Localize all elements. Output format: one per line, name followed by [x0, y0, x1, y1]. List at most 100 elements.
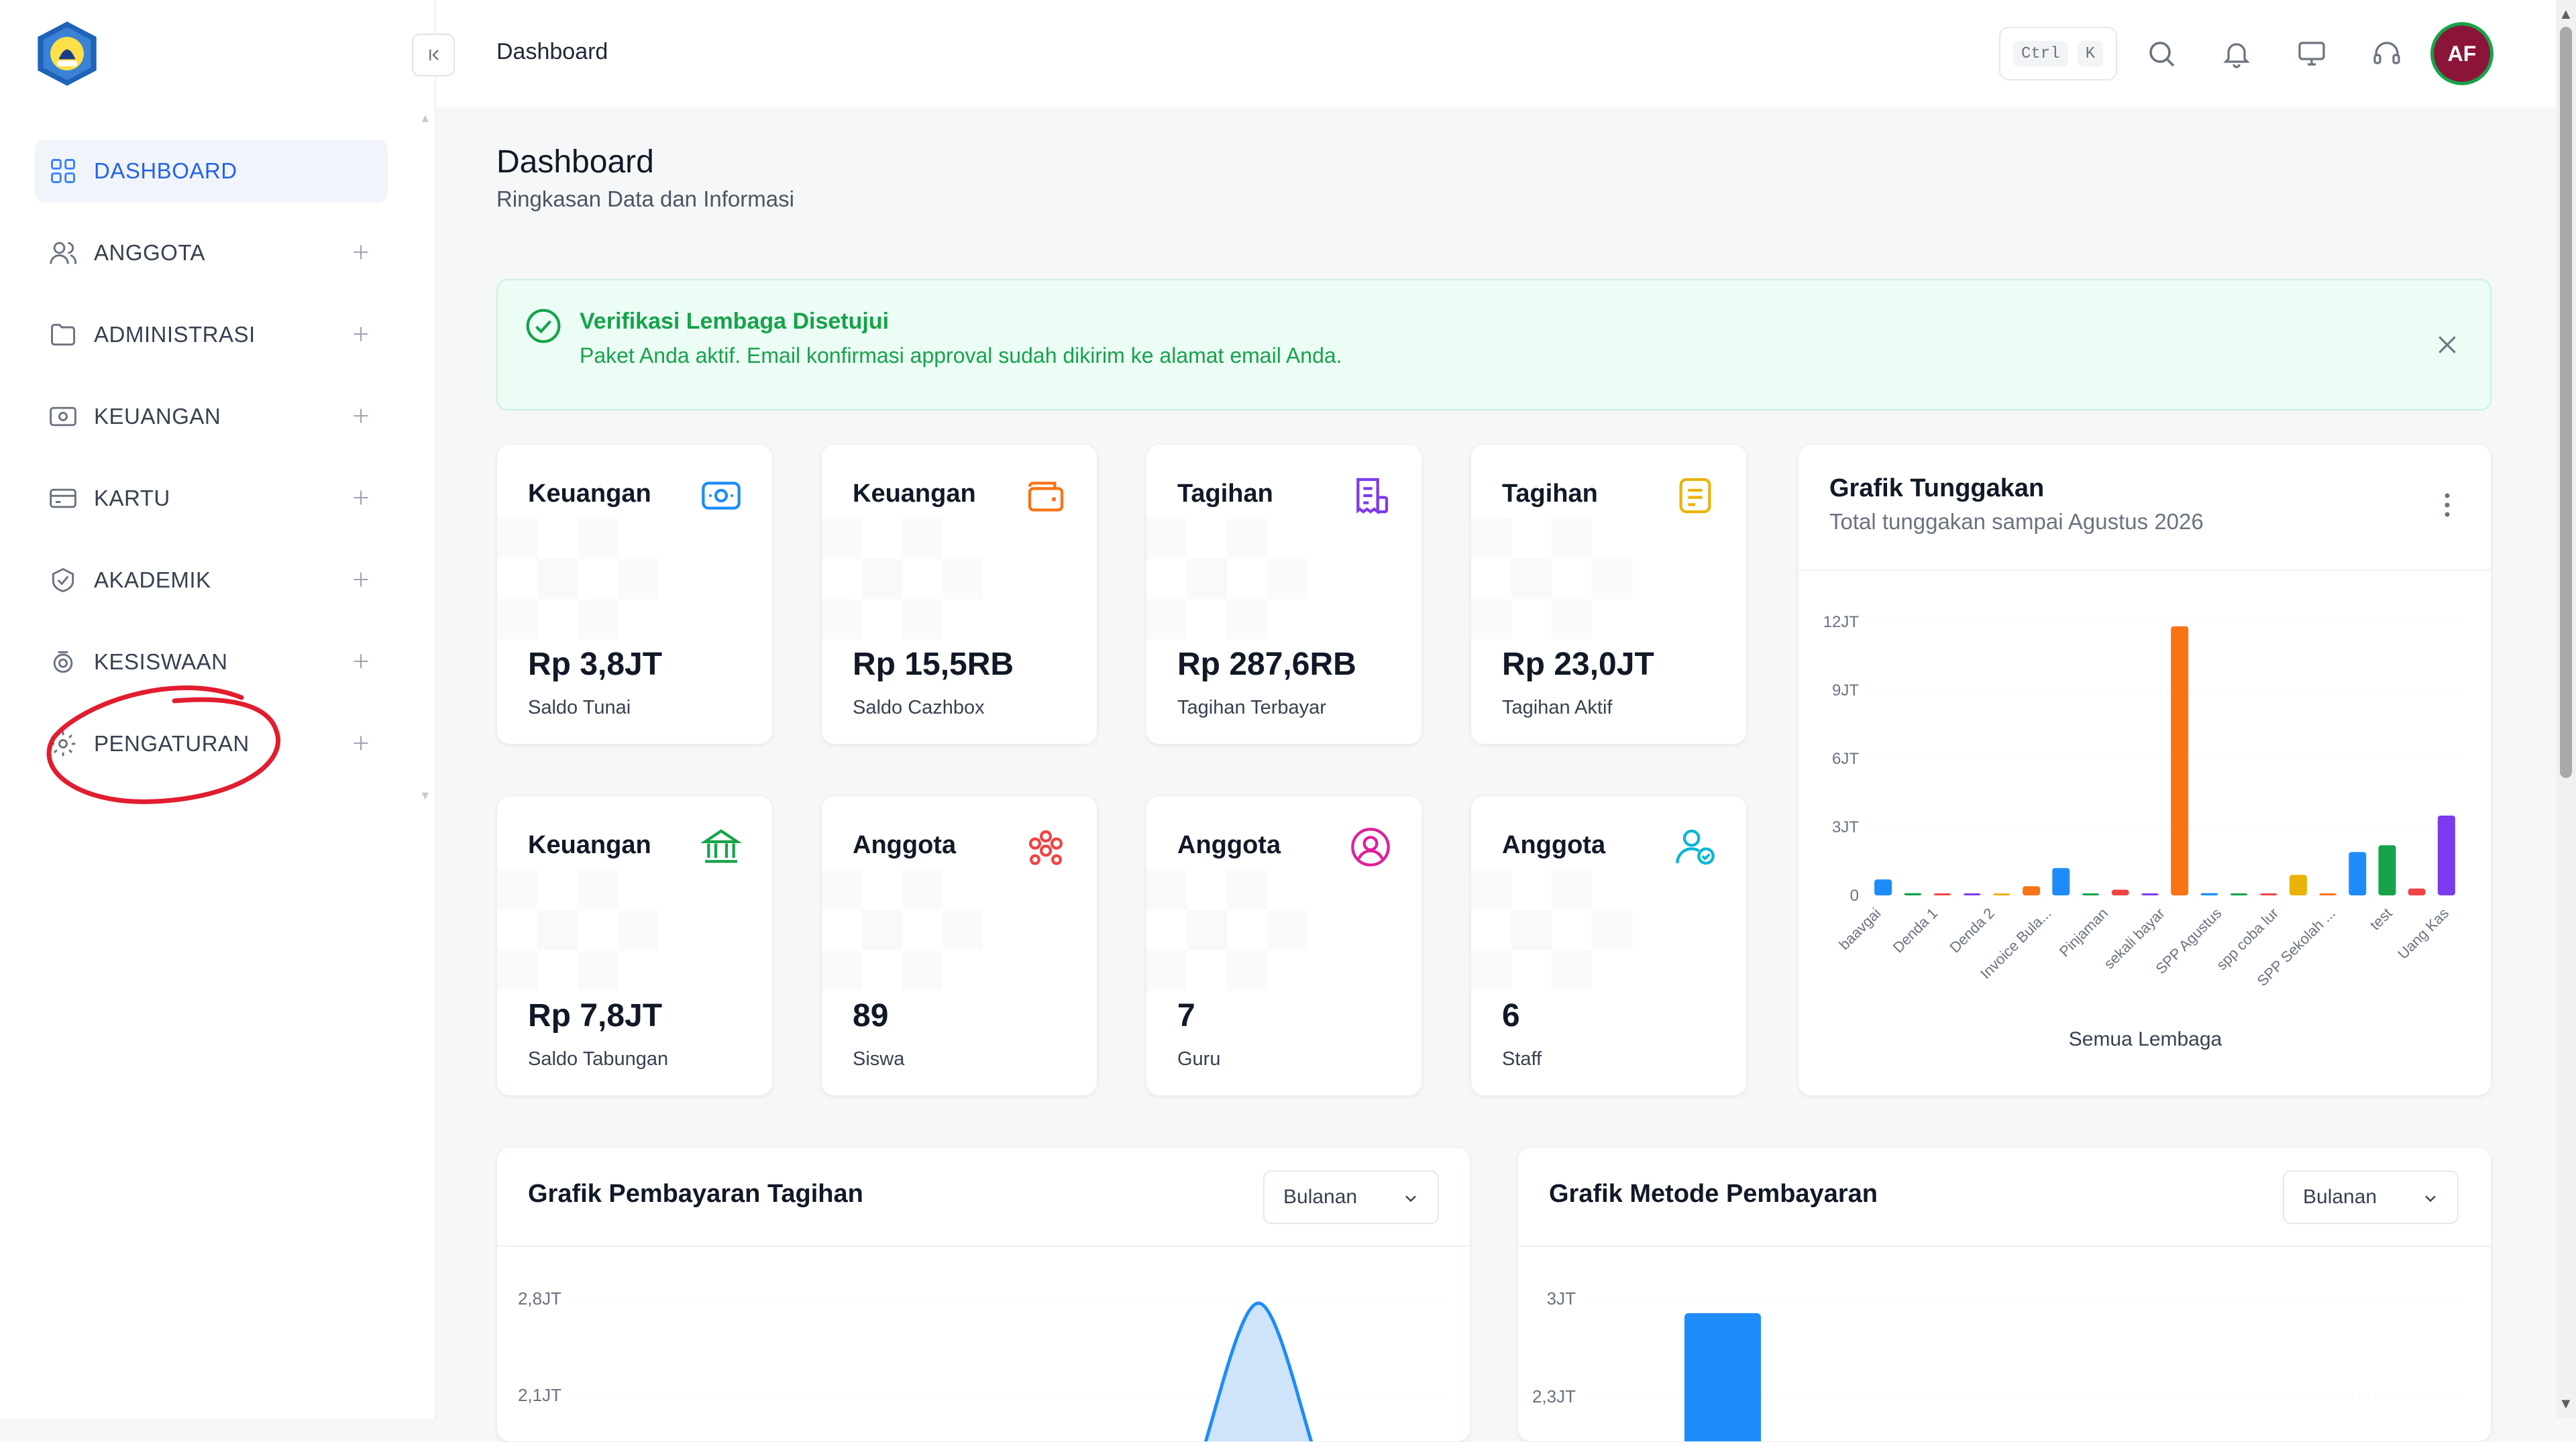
sidebar-item-pengaturan[interactable]: PENGATURAN [35, 712, 388, 775]
sidebar-item-administrasi[interactable]: ADMINISTRASI [35, 303, 388, 366]
bar[interactable] [2082, 893, 2100, 895]
stat-card-value: Rp 3,8JT [528, 647, 663, 682]
bar[interactable] [2141, 893, 2159, 895]
bar[interactable] [2378, 845, 2396, 895]
stat-card[interactable]: Keuangan Rp 15,5RB Saldo Cazhbox [821, 444, 1097, 744]
y-tick-label: 9JT [1832, 681, 1859, 700]
plus-icon[interactable] [349, 649, 373, 673]
card-pattern [1146, 870, 1307, 991]
metode-chart-panel: Grafik Metode Pembayaran Bulanan 3JT 2,3J… [1517, 1147, 2491, 1442]
stat-card-title: Keuangan [528, 480, 651, 508]
user-check-icon [1676, 829, 1715, 865]
bar[interactable] [1874, 879, 1892, 895]
y-tick-label: 2,3JT [1532, 1386, 1576, 1406]
stat-card-value: Rp 7,8JT [528, 998, 663, 1034]
stat-card[interactable]: Anggota 89 Siswa [821, 795, 1097, 1096]
y-tick-label: 0 [1850, 887, 1859, 905]
scroll-down-icon[interactable]: ▼ [2559, 1395, 2573, 1412]
bar[interactable] [1933, 893, 1951, 895]
y-tick-label: 6JT [1832, 750, 1859, 768]
plus-icon[interactable] [349, 567, 373, 592]
bar[interactable] [2289, 875, 2307, 895]
close-icon[interactable] [2434, 331, 2461, 358]
bell-icon[interactable] [2220, 38, 2253, 70]
sidebar-item-keuangan[interactable]: KEUANGAN [35, 385, 388, 448]
y-tick-label: 12JT [1823, 613, 1860, 631]
bar[interactable] [2111, 889, 2129, 896]
stat-card[interactable]: Tagihan Rp 287,6RB Tagihan Terbayar [1146, 444, 1422, 744]
bar[interactable] [2259, 893, 2277, 895]
student-icon [53, 651, 73, 673]
bar[interactable] [2200, 893, 2218, 895]
bank-icon [700, 829, 743, 863]
collapse-left-icon [429, 49, 439, 61]
plus-icon[interactable] [349, 240, 373, 264]
collapse-sidebar-button[interactable] [412, 34, 455, 76]
stat-card[interactable]: Anggota 7 Guru [1146, 795, 1422, 1096]
bar[interactable] [1963, 893, 1981, 895]
x-tick-label: Uang Kas [2394, 905, 2452, 962]
bar[interactable] [1904, 893, 1922, 895]
scrollbar-thumb[interactable] [2560, 27, 2572, 778]
monitor-icon[interactable] [2296, 38, 2328, 70]
alert-title: Verifikasi Lembaga Disetujui [580, 309, 890, 334]
bar[interactable] [2319, 893, 2337, 895]
sidebar-item-label: DASHBOARD [94, 158, 237, 183]
plus-icon[interactable] [349, 731, 373, 755]
bar[interactable] [2349, 852, 2367, 895]
bar[interactable] [2408, 888, 2426, 895]
wallet-icon [1028, 482, 1064, 512]
search-icon[interactable] [2145, 38, 2178, 70]
card-pattern [822, 518, 983, 639]
money-icon [50, 406, 76, 427]
stat-card-title: Anggota [1502, 831, 1606, 859]
user-circle-icon [1351, 828, 1390, 867]
academic-icon [52, 567, 74, 593]
sidebar-item-anggota[interactable]: ANGGOTA [35, 221, 388, 284]
sidebar-item-kartu[interactable]: KARTU [35, 467, 388, 530]
sidebar-item-kesiswaan[interactable]: KESISWAAN [35, 630, 388, 694]
stat-card[interactable]: Keuangan Rp 3,8JT Saldo Tunai [496, 444, 773, 744]
sidebar-scroll-up-icon[interactable]: ▲ [419, 111, 431, 125]
bar[interactable] [2023, 886, 2041, 895]
stat-card-value: 89 [853, 998, 889, 1034]
scroll-up-icon[interactable]: ▲ [2559, 5, 2573, 23]
settings-icon [50, 731, 76, 757]
breadcrumb: Dashboard [496, 39, 608, 64]
sidebar-item-dashboard[interactable]: DASHBOARD [35, 140, 388, 203]
pembayaran-area-chart: 2,8JT 2,1JT [518, 1288, 1443, 1441]
metode-bar-chart: 3JT 2,3JT [1532, 1288, 2464, 1442]
cash-icon [702, 482, 741, 510]
stat-card-value: Rp 287,6RB [1177, 647, 1356, 682]
card-pattern [822, 870, 983, 991]
x-tick-label: Denda 2 [1946, 905, 1998, 956]
command-search-button[interactable]: Ctrl K [1999, 27, 2117, 80]
bar[interactable] [2230, 893, 2248, 895]
sidebar-scroll-down-icon[interactable]: ▼ [419, 789, 431, 803]
x-tick-label: Pinjaman [2056, 905, 2112, 960]
stat-card[interactable]: Keuangan Rp 7,8JT Saldo Tabungan [496, 795, 773, 1096]
bar[interactable] [1992, 893, 2010, 895]
institution-logo[interactable] [32, 19, 102, 89]
card-pattern [497, 870, 658, 991]
invoice-icon [1679, 478, 1711, 514]
plus-icon[interactable] [349, 404, 373, 428]
bar[interactable] [2437, 816, 2455, 895]
sidebar-item-label: KEUANGAN [94, 404, 221, 429]
group-icon [1028, 830, 1063, 865]
bar[interactable] [2052, 868, 2070, 895]
sidebar-item-akademik[interactable]: AKADEMIK [35, 549, 388, 612]
y-tick-label: 3JT [1832, 818, 1859, 836]
tunggakan-chart-panel: Grafik Tunggakan Total tunggakan sampai … [1798, 444, 2491, 1096]
plus-icon[interactable] [349, 486, 373, 510]
x-tick-label: baavgai [1835, 905, 1884, 953]
user-avatar[interactable]: AF [2434, 25, 2490, 82]
pembayaran-chart-panel: Grafik Pembayaran Tagihan Bulanan 2,8JT 2… [496, 1147, 1470, 1442]
plus-icon[interactable] [349, 322, 373, 346]
bar[interactable] [2171, 626, 2189, 895]
stat-card[interactable]: Anggota 6 Staff [1470, 795, 1747, 1096]
stat-card-value: 7 [1177, 998, 1195, 1034]
bar[interactable] [1684, 1313, 1761, 1442]
headset-icon[interactable] [2371, 38, 2403, 70]
stat-card[interactable]: Tagihan Rp 23,0JT Tagihan Aktif [1470, 444, 1747, 744]
